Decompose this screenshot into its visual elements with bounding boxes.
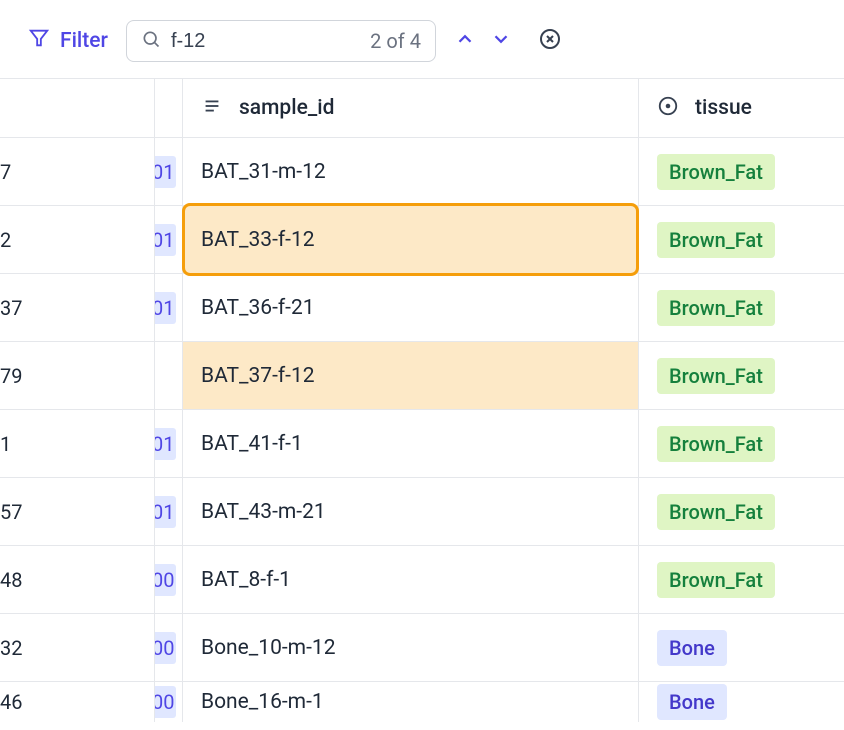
partial-id-cell: 01 <box>155 410 183 477</box>
tissue-cell[interactable]: Bone <box>639 682 844 722</box>
table-row[interactable]: 701BAT_31-m-12 Brown_Fat <box>0 138 844 206</box>
tissue-cell[interactable]: Brown_Fat <box>639 546 844 613</box>
search-box[interactable]: 2 of 4 <box>126 20 436 62</box>
tissue-tag: Brown_Fat <box>657 426 775 462</box>
search-match-count: 2 of 4 <box>370 29 421 53</box>
tissue-cell[interactable]: Brown_Fat <box>639 206 844 273</box>
clear-search-button[interactable] <box>530 27 562 55</box>
tissue-cell[interactable]: Bone <box>639 614 844 681</box>
data-table: sample_id tissue 701BAT_31-m-12Brown_Fat… <box>0 78 844 722</box>
table-row[interactable]: 79 BAT_37-f-12 Brown_Fat <box>0 342 844 410</box>
header-spacer-gap <box>155 79 183 137</box>
filter-button[interactable]: Filter <box>28 27 108 55</box>
tissue-cell[interactable]: Brown_Fat <box>639 478 844 545</box>
row-index-cell: 46 <box>0 682 155 722</box>
partial-id-cell: 01 <box>155 274 183 341</box>
tissue-tag: Brown_Fat <box>657 222 775 258</box>
row-index-cell: 2 <box>0 206 155 273</box>
table-header-row: sample_id tissue <box>0 78 844 138</box>
sample-id-cell[interactable]: BAT_36-f-21 <box>183 274 639 341</box>
table-row[interactable]: 4800BAT_8-f-1 Brown_Fat <box>0 546 844 614</box>
table-row[interactable]: 3200Bone_10-m-12 Bone <box>0 614 844 682</box>
table-row[interactable]: 4600Bone_16-m-1 Bone <box>0 682 844 722</box>
tissue-cell[interactable]: Brown_Fat <box>639 342 844 409</box>
partial-id-cell: 01 <box>155 138 183 205</box>
column-label: sample_id <box>239 96 334 120</box>
text-column-icon <box>201 95 223 121</box>
tissue-tag: Bone <box>657 684 727 720</box>
tissue-tag: Brown_Fat <box>657 358 775 394</box>
next-match-button[interactable] <box>490 28 512 54</box>
row-index-cell: 57 <box>0 478 155 545</box>
column-header-tissue[interactable]: tissue <box>639 79 844 137</box>
sample-id-cell[interactable]: BAT_37-f-12 <box>183 342 639 409</box>
table-row[interactable]: 101BAT_41-f-1 Brown_Fat <box>0 410 844 478</box>
tissue-cell[interactable]: Brown_Fat <box>639 274 844 341</box>
header-spacer-left <box>0 79 155 137</box>
column-label: tissue <box>695 96 752 120</box>
tissue-cell[interactable]: Brown_Fat <box>639 138 844 205</box>
partial-id-cell: 01 <box>155 478 183 545</box>
row-index-cell: 48 <box>0 546 155 613</box>
row-index-cell: 7 <box>0 138 155 205</box>
tissue-tag: Brown_Fat <box>657 494 775 530</box>
sample-id-cell[interactable]: BAT_41-f-1 <box>183 410 639 477</box>
row-index-cell: 32 <box>0 614 155 681</box>
category-column-icon <box>657 95 679 121</box>
tissue-tag: Bone <box>657 630 727 666</box>
row-index-cell: 1 <box>0 410 155 477</box>
table-row[interactable]: 201BAT_33-f-12 Brown_Fat <box>0 206 844 274</box>
sample-id-cell[interactable]: BAT_31-m-12 <box>183 138 639 205</box>
search-icon <box>141 29 161 53</box>
tissue-cell[interactable]: Brown_Fat <box>639 410 844 477</box>
table-body: 701BAT_31-m-12Brown_Fat201BAT_33-f-12Bro… <box>0 138 844 722</box>
table-row[interactable]: 5701BAT_43-m-21 Brown_Fat <box>0 478 844 546</box>
row-index-cell: 79 <box>0 342 155 409</box>
filter-label: Filter <box>60 29 108 53</box>
tissue-tag: Brown_Fat <box>657 562 775 598</box>
partial-id-cell: 01 <box>155 206 183 273</box>
partial-id-cell: 00 <box>155 614 183 681</box>
sample-id-cell[interactable]: BAT_8-f-1 <box>183 546 639 613</box>
toolbar: Filter 2 of 4 <box>0 0 844 78</box>
sample-id-cell[interactable]: BAT_33-f-12 <box>183 206 639 273</box>
partial-id-cell <box>155 342 183 409</box>
row-index-cell: 37 <box>0 274 155 341</box>
sample-id-cell[interactable]: Bone_10-m-12 <box>183 614 639 681</box>
filter-icon <box>28 27 50 55</box>
tissue-tag: Brown_Fat <box>657 290 775 326</box>
sample-id-cell[interactable]: BAT_43-m-21 <box>183 478 639 545</box>
table-row[interactable]: 3701BAT_36-f-21 Brown_Fat <box>0 274 844 342</box>
sample-id-cell[interactable]: Bone_16-m-1 <box>183 682 639 722</box>
search-nav <box>454 28 512 54</box>
column-header-sample-id[interactable]: sample_id <box>183 79 639 137</box>
tissue-tag: Brown_Fat <box>657 154 775 190</box>
partial-id-cell: 00 <box>155 682 183 722</box>
prev-match-button[interactable] <box>454 28 476 54</box>
partial-id-cell: 00 <box>155 546 183 613</box>
search-input[interactable] <box>171 30 360 53</box>
